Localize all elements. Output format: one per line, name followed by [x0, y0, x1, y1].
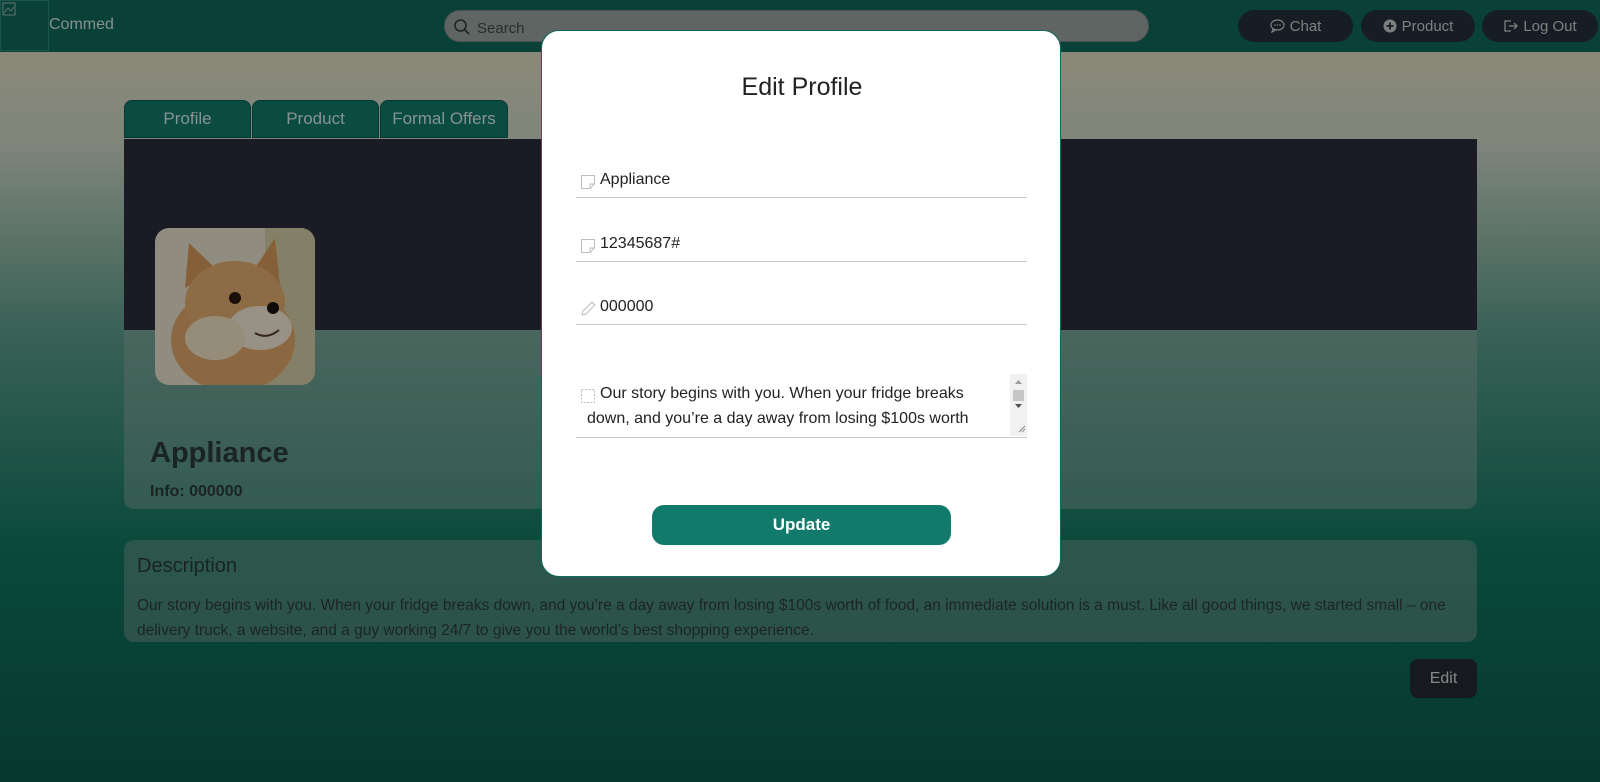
phone-input[interactable] [600, 232, 1020, 256]
phone-field [576, 225, 1027, 262]
edit-profile-modal: Edit Profile Our story begins with you. … [541, 30, 1061, 577]
note-icon [581, 239, 595, 253]
description-textarea[interactable]: Our story begins with you. When your fri… [576, 374, 1027, 438]
scrollbar-graphic [1013, 380, 1026, 433]
name-field [576, 161, 1027, 198]
textarea-scrollbar[interactable] [1010, 374, 1027, 436]
modal-title: Edit Profile [741, 73, 863, 101]
info-field [576, 288, 1027, 325]
pencil-icon [581, 301, 596, 316]
note-icon [581, 175, 595, 189]
name-input[interactable] [600, 168, 1020, 192]
description-textarea-value[interactable]: Our story begins with you. When your fri… [587, 381, 992, 431]
info-input[interactable] [600, 295, 1020, 319]
update-button[interactable]: Update [652, 505, 951, 545]
